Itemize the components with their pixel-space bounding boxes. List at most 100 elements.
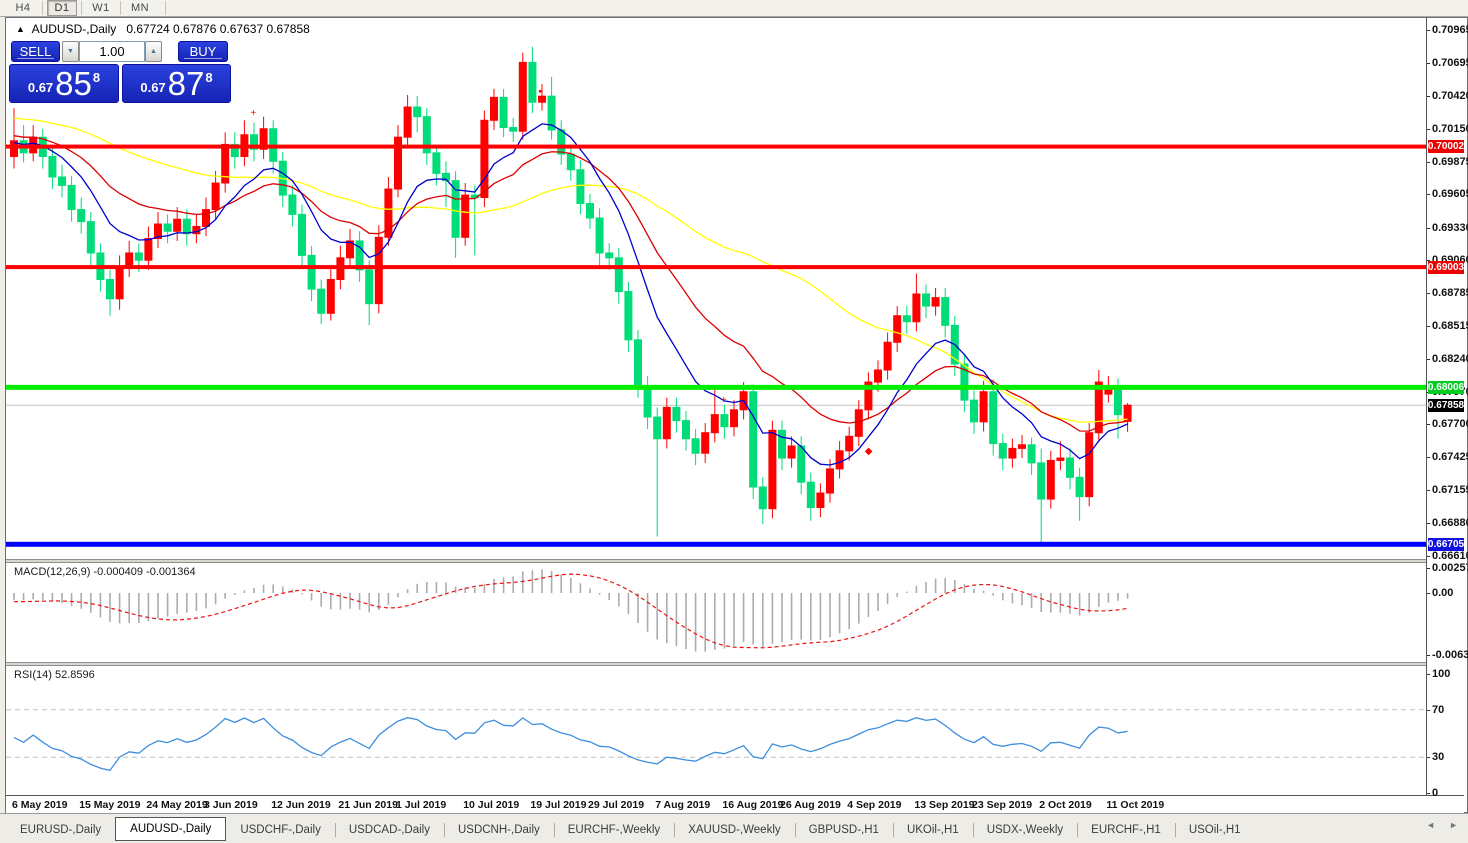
price-tick-label: 0.70695 [1432,56,1468,69]
date-axis[interactable]: 6 May 2019 15 May 2019 24 May 2019 3 Jun 20… [6,795,1464,814]
timeframe-toolbar: H4 D1 W1 MN [0,0,1468,17]
macd-axis-label: -0.006326 [1432,649,1468,662]
price-tick-label: 0.69875 [1432,155,1468,168]
toolbar-divider [165,1,166,15]
chart-tab-eurchf-weekly[interactable]: EURCHF-,Weekly [553,819,674,841]
sell-button[interactable]: SELL [11,41,60,62]
chart-tab-eurchf-h1[interactable]: EURCHF-,H1 [1077,819,1175,841]
price-tick-label: 0.66880 [1432,517,1468,530]
price-tick-label: 0.67700 [1432,418,1468,431]
price-tick-mark [1427,359,1430,361]
macd-tick-mark [1427,655,1430,657]
tab-scroll-left-icon[interactable]: ◄ [1426,820,1435,830]
price-tick-label: 0.69330 [1432,221,1468,234]
price-tick-mark [1427,490,1430,491]
main-chart-panel[interactable]: + ▪ + ◆ ▲ AUDUSD-,Daily 0.67724 0.67876 0.6… [6,18,1426,559]
date-axis-label: 19 Jul 2019 [530,799,587,811]
date-axis-label: 26 Aug 2019 [780,799,841,811]
timeframe-button-h4[interactable]: H4 [8,0,38,16]
chart-tab-usdchf-daily[interactable]: USDCHF-,Daily [226,819,335,841]
rsi-tick-mark [1427,793,1430,794]
price-tick-mark [1427,325,1430,327]
toolbar-divider [81,1,82,15]
price-tick-mark [1427,161,1430,163]
svg-text:▪: ▪ [538,86,542,97]
macd-tick-mark [1427,567,1430,569]
sell-price-pip: 8 [92,70,101,85]
level-price-badge: 0.70002 [1427,140,1465,154]
macd-axis-label: 0.002574 [1432,561,1468,574]
price-tick-mark [1427,96,1430,98]
toolbar-divider [120,1,121,15]
price-tick-mark [1427,227,1430,229]
sell-price-big: 85 [55,65,92,102]
macd-tick-mark [1427,593,1430,594]
chart-tab-usoil-h1[interactable]: USOil-,H1 [1174,819,1255,841]
date-axis-label: 12 Jun 2019 [271,799,331,811]
chart-tab-xauusd-weekly[interactable]: XAUUSD-,Weekly [674,819,794,841]
date-axis-label: 10 Jul 2019 [463,799,520,811]
price-tick-mark [1427,128,1430,130]
chart-symbol-label: AUDUSD-,Daily [31,22,117,36]
price-tick-mark [1427,62,1430,64]
date-axis-label: 15 May 2019 [79,799,141,811]
date-axis-label: 7 Aug 2019 [655,799,711,811]
level-price-badge: 0.66705 [1427,537,1465,551]
current-price-badge: 0.67858 [1427,398,1465,412]
date-axis-label: 16 Aug 2019 [722,799,784,811]
price-axis[interactable]: 0.70965 0.70695 0.70420 0.70150 0.69875 0.696… [1426,18,1468,799]
tab-scroll-arrows: ◄ ► [1426,820,1458,830]
price-tick-mark [1427,424,1430,426]
rsi-axis-label: 70 [1432,703,1445,716]
svg-text:◆: ◆ [865,446,873,457]
price-tick-label: 0.69605 [1432,188,1468,201]
timeframe-button-d1[interactable]: D1 [47,0,77,16]
timeframe-button-w1[interactable]: W1 [86,0,116,16]
volume-increase-button[interactable]: ▲ [145,41,162,62]
volume-decrease-button[interactable]: ▼ [62,41,79,62]
price-tick-mark [1427,457,1430,459]
timeframe-button-mn[interactable]: MN [125,0,155,16]
triangle-down-icon: ▼ [67,48,74,55]
volume-input[interactable]: 1.00 [79,41,145,62]
rsi-axis-label: 100 [1432,668,1451,680]
chart-tab-gbpusd-h1[interactable]: GBPUSD-,H1 [794,819,893,841]
chart-tab-eurusd-daily[interactable]: EURUSD-,Daily [6,819,115,841]
macd-axis-label: 0.00 [1432,587,1454,599]
svg-text:+: + [250,108,256,119]
chart-tab-bar: EURUSD-,Daily AUDUSD-,Daily USDCHF-,Daily U… [0,813,1468,843]
one-click-trade-panel: SELL ▼ 1.00 ▲ BUY 0.67 85 8 0.67 87 8 [9,41,233,104]
date-axis-label: 13 Sep 2019 [914,799,975,811]
date-axis-label: 24 May 2019 [146,799,208,811]
price-tick-label: 0.66610 [1432,549,1468,562]
tab-scroll-right-icon[interactable]: ► [1449,820,1458,830]
buy-price-button[interactable]: 0.67 87 8 [122,64,231,103]
sell-price-button[interactable]: 0.67 85 8 [9,64,119,103]
date-axis-label: 4 Sep 2019 [847,799,902,811]
date-axis-label: 2 Oct 2019 [1039,799,1092,811]
rsi-axis-label: 0 [1432,787,1439,799]
price-tick-mark [1427,523,1430,525]
rsi-axis-label: 30 [1432,751,1445,764]
chart-tab-usdx-weekly[interactable]: USDX-,Weekly [972,819,1077,841]
buy-price-prefix: 0.67 [140,80,166,95]
price-tick-mark [1427,555,1430,557]
buy-button[interactable]: BUY [178,41,228,62]
chart-title: ▲ AUDUSD-,Daily 0.67724 0.67876 0.67637 … [16,22,310,36]
price-tick-label: 0.67155 [1432,484,1468,496]
price-tick-label: 0.70965 [1432,24,1468,37]
price-tick-mark [1427,194,1430,196]
macd-indicator-panel[interactable]: MACD(12,26,9) -0.000409 -0.001364 [6,563,1426,662]
sell-price-prefix: 0.67 [27,80,54,95]
rsi-indicator-panel[interactable]: RSI(14) 52.8596 [6,666,1426,795]
chart-tab-usdcad-daily[interactable]: USDCAD-,Daily [334,819,444,841]
date-axis-label: 6 May 2019 [12,799,68,811]
price-tick-label: 0.67425 [1432,451,1468,464]
collapse-triangle-icon[interactable]: ▲ [16,24,25,34]
chart-tab-usdcnh-daily[interactable]: USDCNH-,Daily [443,819,554,841]
chart-tab-ukoil-h1[interactable]: UKOil-,H1 [892,819,973,841]
chart-tab-audusd-daily[interactable]: AUDUSD-,Daily [115,817,227,841]
price-tick-label: 0.68240 [1432,353,1468,366]
date-axis-label: 29 Jul 2019 [588,799,645,811]
date-axis-label: 23 Sep 2019 [972,799,1033,811]
